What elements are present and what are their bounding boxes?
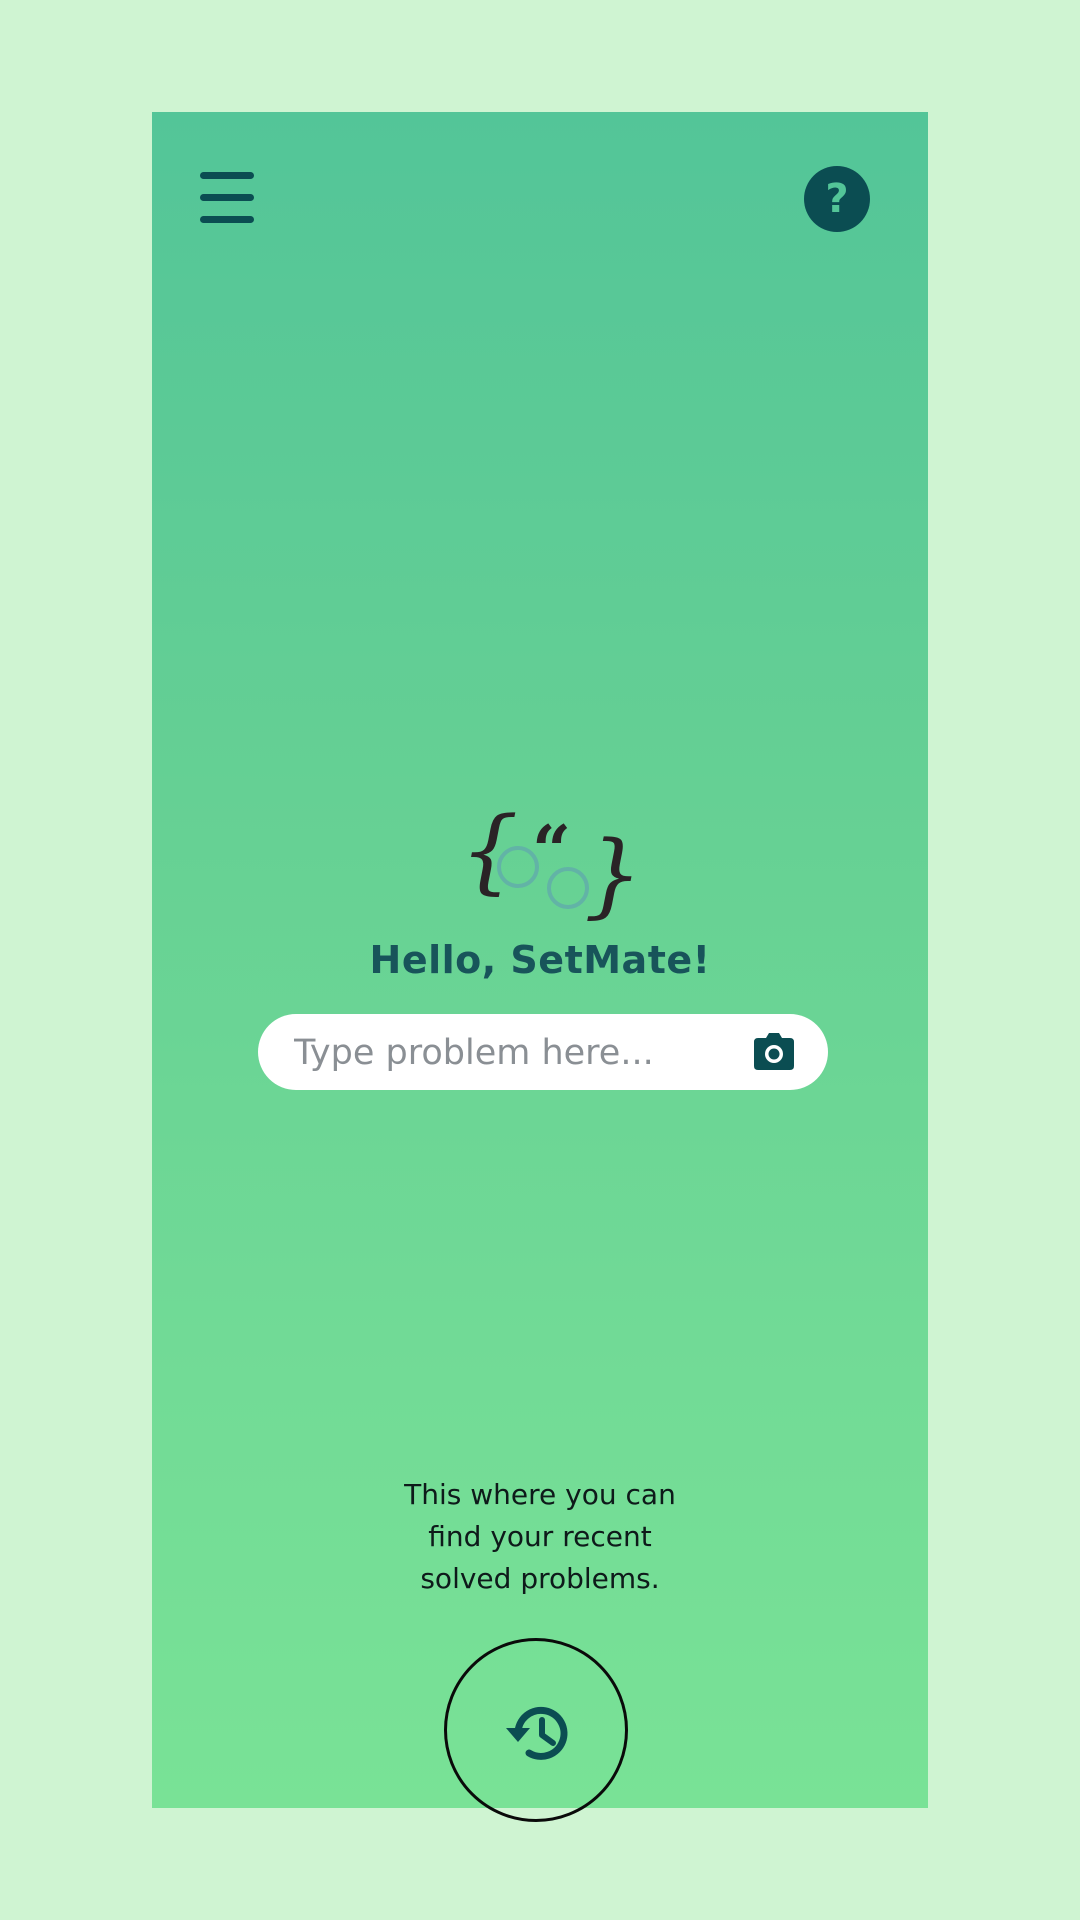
problem-search-bar <box>258 1014 828 1090</box>
camera-button[interactable] <box>752 1032 796 1072</box>
history-hint-text: This where you can find your recent solv… <box>152 1474 928 1600</box>
help-question-icon: ? <box>825 176 849 222</box>
logo-left-brace: { <box>460 802 519 904</box>
camera-icon <box>754 1033 794 1070</box>
history-hint-line: solved problems. <box>420 1562 660 1595</box>
logo-right-brace: } <box>584 821 632 928</box>
app-screen: ? { “ } Hello, SetMate! This where you c… <box>152 112 928 1822</box>
greeting-title: Hello, SetMate! <box>369 938 711 982</box>
problem-input[interactable] <box>292 1024 736 1082</box>
history-hint-line: This where you can <box>404 1478 676 1511</box>
app-logo: { “ } <box>452 797 643 932</box>
hamburger-menu-icon <box>200 172 254 223</box>
menu-button[interactable] <box>196 168 260 228</box>
help-button[interactable]: ? <box>804 166 870 232</box>
history-hint-line: find your recent <box>428 1520 652 1553</box>
history-button[interactable] <box>444 1638 628 1822</box>
history-clock-icon <box>506 1706 568 1760</box>
